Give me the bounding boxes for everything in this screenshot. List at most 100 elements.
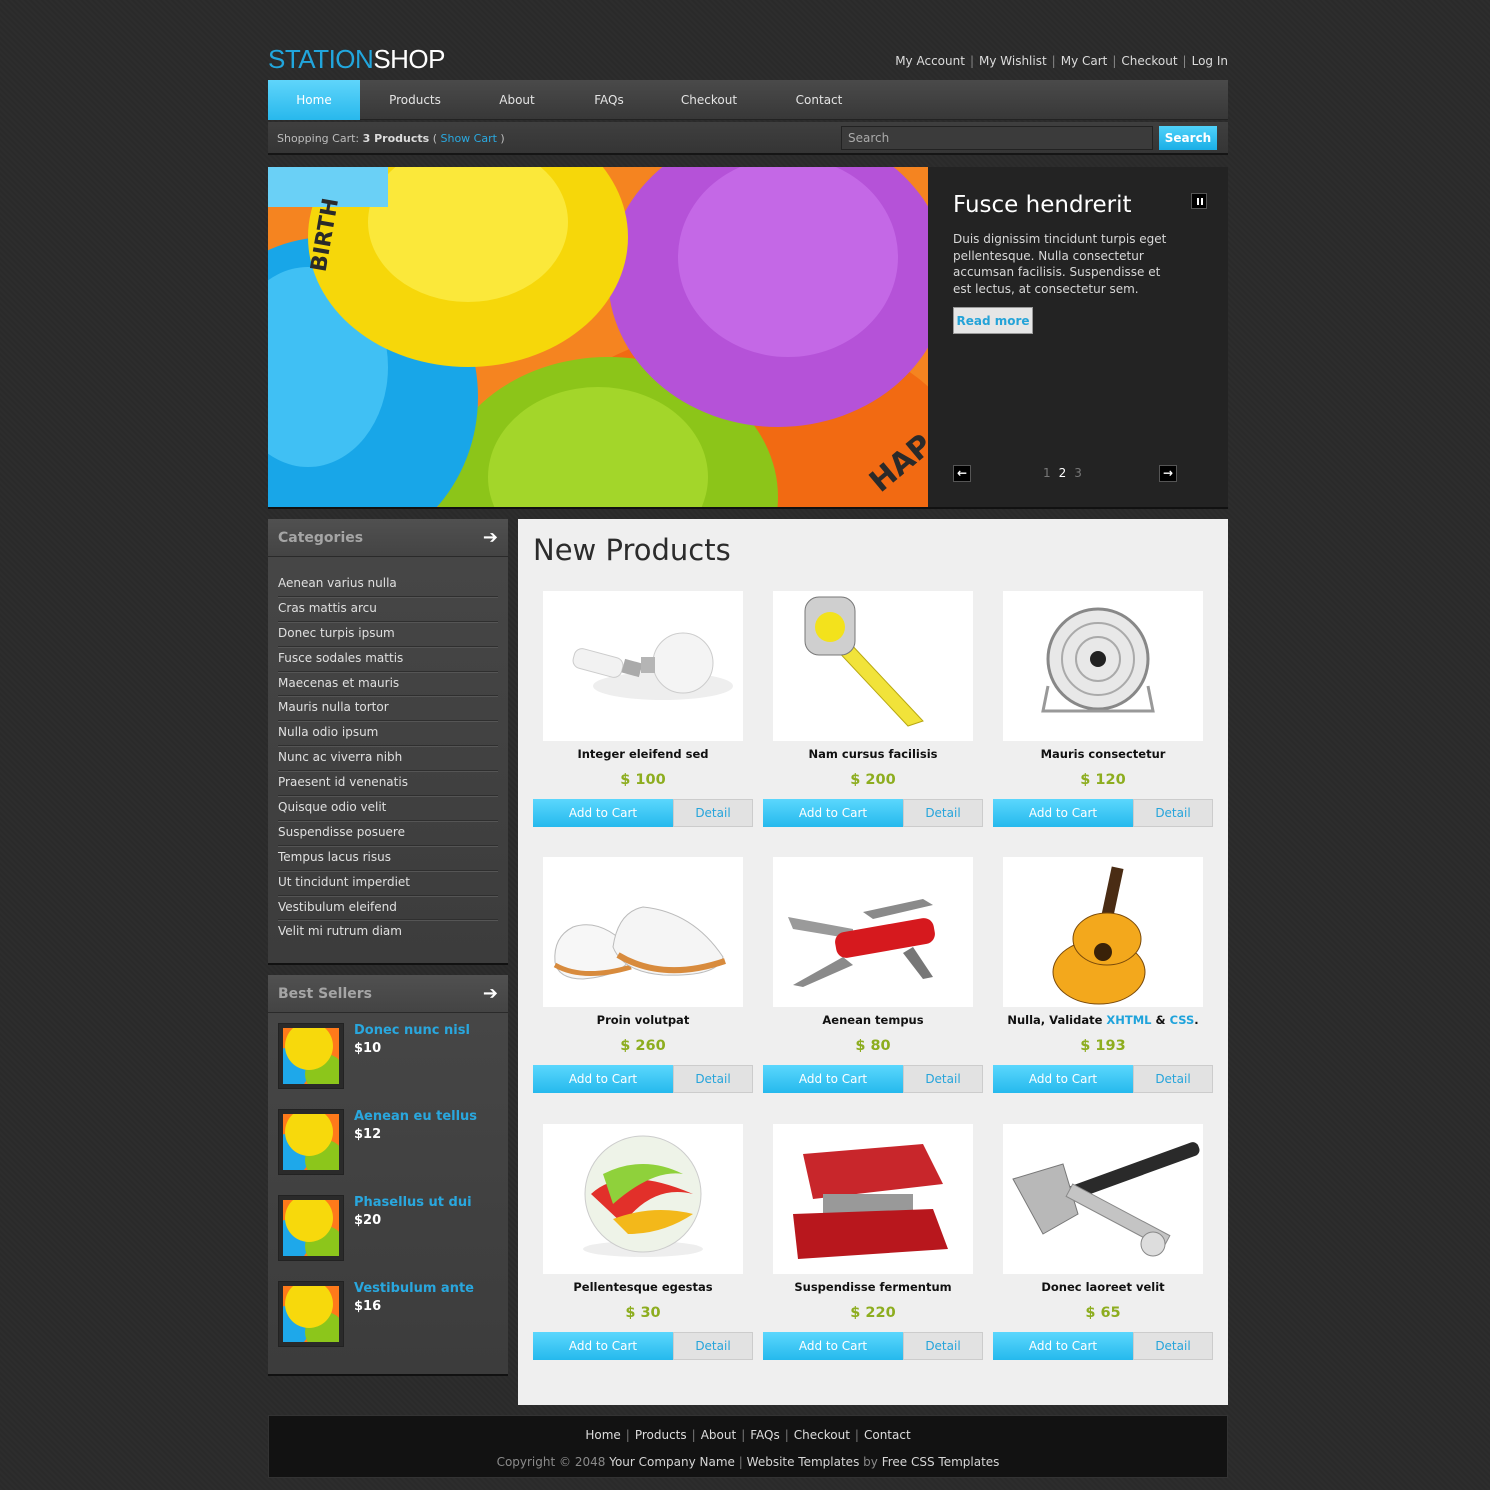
arrow-right-icon[interactable]: ➔ [483, 527, 498, 548]
category-item[interactable]: Fusce sodales mattis [278, 647, 498, 672]
slide-title: Fusce hendrerit [953, 192, 1132, 218]
product-card: Donec laoreet velit $ 65 Add to Cart Det… [993, 1124, 1213, 1364]
category-list: Aenean varius nulla Cras mattis arcu Don… [278, 572, 498, 945]
my-cart-link[interactable]: My Cart [1061, 54, 1108, 68]
category-item[interactable]: Quisque odio velit [278, 796, 498, 821]
xhtml-link[interactable]: XHTML [1106, 1013, 1151, 1027]
footer-contact-link[interactable]: Contact [864, 1428, 911, 1442]
footer-links: Home | Products | About | FAQs | Checkout | Contac… [585, 1428, 911, 1442]
company-link[interactable]: Your Company Name [609, 1455, 735, 1469]
add-to-cart-button[interactable]: Add to Cart [533, 1065, 673, 1093]
footer-faqs-link[interactable]: FAQs [750, 1428, 780, 1442]
detail-button[interactable]: Detail [903, 1332, 983, 1360]
detail-button[interactable]: Detail [673, 1332, 753, 1360]
detail-button[interactable]: Detail [1133, 1332, 1213, 1360]
nav-products[interactable]: Products [368, 80, 462, 120]
my-account-link[interactable]: My Account [895, 54, 965, 68]
best-sellers-title: Best Sellers [278, 986, 372, 1002]
prev-arrow-icon[interactable]: ← [953, 465, 971, 482]
category-item[interactable]: Suspendisse posuere [278, 821, 498, 846]
new-products-section: New Products Integer eleifend sed $ 100 … [518, 519, 1228, 1405]
footer: Home | Products | About | FAQs | Checkout | Contac… [268, 1415, 1228, 1478]
hammer-wrench-image[interactable] [1003, 1124, 1203, 1274]
detail-button[interactable]: Detail [673, 1065, 753, 1093]
show-cart-link[interactable]: Show Cart [440, 132, 496, 145]
add-to-cart-button[interactable]: Add to Cart [993, 799, 1133, 827]
footer-products-link[interactable]: Products [635, 1428, 687, 1442]
footer-checkout-link[interactable]: Checkout [794, 1428, 850, 1442]
add-to-cart-button[interactable]: Add to Cart [763, 1332, 903, 1360]
add-to-cart-button[interactable]: Add to Cart [533, 1332, 673, 1360]
nav-about[interactable]: About [472, 80, 562, 120]
tape-measure-image[interactable] [773, 591, 973, 741]
best-seller-item[interactable]: Vestibulum ante $16 [278, 1281, 498, 1349]
nav-faqs[interactable]: FAQs [564, 80, 654, 120]
balloon-thumbnail [278, 1109, 344, 1175]
red-stapler-image[interactable] [773, 1124, 973, 1274]
category-item[interactable]: Ut tincidunt imperdiet [278, 871, 498, 896]
product-card: Aenean tempus $ 80 Add to Cart Detail [763, 857, 983, 1097]
category-item[interactable]: Donec turpis ipsum [278, 622, 498, 647]
nav-contact[interactable]: Contact [774, 80, 864, 120]
css-link[interactable]: CSS [1170, 1013, 1195, 1027]
add-to-cart-button[interactable]: Add to Cart [993, 1065, 1133, 1093]
product-card: Pellentesque egestas $ 30 Add to Cart De… [533, 1124, 753, 1364]
page-title: New Products [533, 533, 731, 567]
light-bulbs-image[interactable] [543, 591, 743, 741]
logo[interactable]: STATIONSHOP [268, 44, 445, 75]
white-shoes-image[interactable] [543, 857, 743, 1007]
category-item[interactable]: Maecenas et mauris [278, 672, 498, 697]
category-item[interactable]: Nunc ac viverra nibh [278, 746, 498, 772]
footer-home-link[interactable]: Home [585, 1428, 620, 1442]
page-3[interactable]: 3 [1074, 466, 1082, 480]
category-item[interactable]: Aenean varius nulla [278, 572, 498, 597]
best-seller-item[interactable]: Phasellus ut dui $20 [278, 1195, 498, 1263]
detail-button[interactable]: Detail [903, 1065, 983, 1093]
free-css-templates-link[interactable]: Free CSS Templates [882, 1455, 1000, 1469]
acoustic-guitar-image[interactable] [1003, 857, 1203, 1007]
arrow-right-icon[interactable]: ➔ [483, 983, 498, 1004]
detail-button[interactable]: Detail [1133, 799, 1213, 827]
category-item[interactable]: Tempus lacus risus [278, 846, 498, 871]
category-item[interactable]: Praesent id venenatis [278, 771, 498, 797]
category-item[interactable]: Nulla odio ipsum [278, 721, 498, 747]
best-seller-item[interactable]: Aenean eu tellus $12 [278, 1109, 498, 1177]
category-item[interactable]: Cras mattis arcu [278, 597, 498, 622]
nav-checkout[interactable]: Checkout [664, 80, 754, 120]
best-seller-item[interactable]: Donec nunc nisl $10 [278, 1023, 498, 1091]
product-card: Nam cursus facilisis $ 200 Add to Cart D… [763, 591, 983, 831]
balloon-thumbnail [278, 1281, 344, 1347]
add-to-cart-button[interactable]: Add to Cart [763, 1065, 903, 1093]
categories-box: Categories ➔ Aenean varius nulla Cras ma… [268, 519, 508, 965]
page-2[interactable]: 2 [1059, 466, 1067, 480]
add-to-cart-button[interactable]: Add to Cart [993, 1332, 1133, 1360]
product-card: Mauris consectetur $ 120 Add to Cart Det… [993, 591, 1213, 831]
search-button[interactable]: Search [1159, 126, 1217, 150]
read-more-button[interactable]: Read more [953, 307, 1033, 334]
category-item[interactable]: Vestibulum eleifend [278, 896, 498, 921]
pause-icon[interactable] [1191, 193, 1207, 209]
search-input[interactable]: Search [841, 126, 1153, 150]
nav-home[interactable]: Home [268, 80, 360, 120]
checkout-link[interactable]: Checkout [1121, 54, 1177, 68]
next-arrow-icon[interactable]: → [1159, 465, 1177, 482]
detail-button[interactable]: Detail [1133, 1065, 1213, 1093]
page-1[interactable]: 1 [1043, 466, 1051, 480]
product-card: Suspendisse fermentum $ 220 Add to Cart … [763, 1124, 983, 1364]
login-link[interactable]: Log In [1192, 54, 1228, 68]
category-item[interactable]: Velit mi rutrum diam [278, 920, 498, 945]
detail-button[interactable]: Detail [673, 799, 753, 827]
category-item[interactable]: Mauris nulla tortor [278, 696, 498, 722]
pocket-knife-image[interactable] [773, 857, 973, 1007]
my-wishlist-link[interactable]: My Wishlist [979, 54, 1047, 68]
desk-fan-image[interactable] [1003, 591, 1203, 741]
add-to-cart-button[interactable]: Add to Cart [533, 799, 673, 827]
glass-marble-image[interactable] [543, 1124, 743, 1274]
footer-about-link[interactable]: About [701, 1428, 736, 1442]
cart-bar: Shopping Cart: 3 Products ( Show Cart ) … [268, 122, 1228, 155]
add-to-cart-button[interactable]: Add to Cart [763, 799, 903, 827]
website-templates-link[interactable]: Website Templates [747, 1455, 860, 1469]
detail-button[interactable]: Detail [903, 799, 983, 827]
product-card: Integer eleifend sed $ 100 Add to Cart D… [533, 591, 753, 831]
slide-description: Duis dignissim tincidunt turpis eget pel… [953, 232, 1167, 296]
